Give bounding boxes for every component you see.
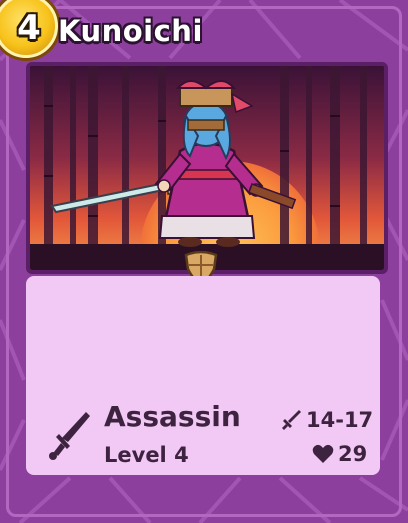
heart-icon (312, 444, 334, 463)
attack-value: 14-17 (306, 408, 374, 432)
card-title: Kunoichi (58, 14, 203, 48)
attack-stat: 14-17 (280, 408, 373, 432)
health-stat: 29 (312, 442, 367, 466)
unit-card[interactable]: Assassin Level 4 14-17 29 4 Kunoichi (0, 0, 408, 523)
unit-level: Level 4 (104, 443, 189, 467)
health-value: 29 (338, 442, 368, 466)
sword-icon (282, 410, 301, 430)
unit-type: Assassin (104, 400, 241, 433)
character-artwork (26, 62, 388, 274)
dagger-icon (49, 412, 90, 460)
cost-value: 4 (17, 8, 41, 48)
